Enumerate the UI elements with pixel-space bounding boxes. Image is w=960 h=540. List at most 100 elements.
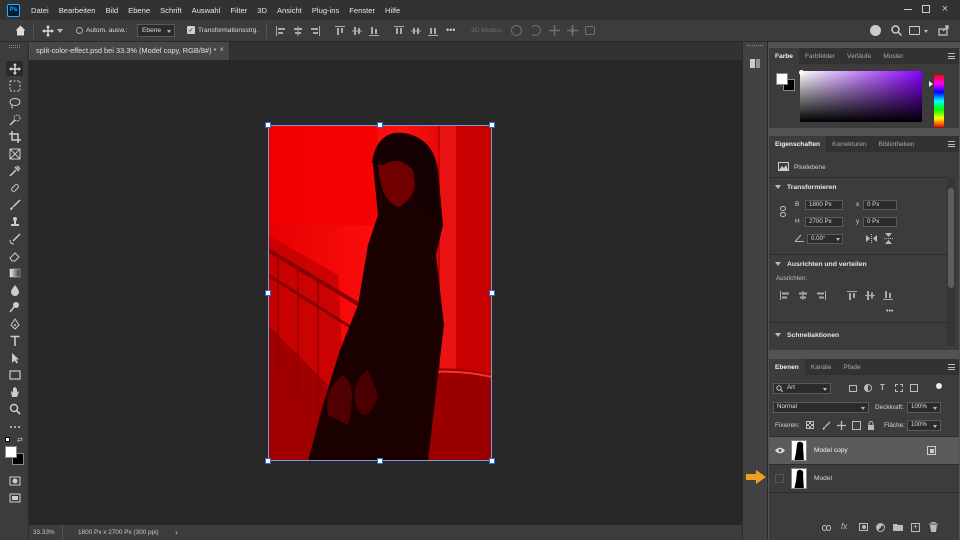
visibility-eye-icon[interactable] [775,447,785,454]
smart-filter-icon[interactable] [927,446,936,455]
3d-orbit-icon[interactable] [511,25,522,36]
auto-select-checkbox[interactable] [76,27,83,34]
properties-scrollbar[interactable] [947,178,955,346]
home-icon[interactable] [14,24,27,37]
grip-icon[interactable] [9,45,20,48]
healing-brush-tool-icon[interactable] [6,180,23,195]
panel-menu-icon[interactable] [948,53,955,59]
lock-all-icon[interactable] [867,421,875,430]
filter-toggle-icon[interactable] [936,383,942,389]
transform-handle-top-right[interactable] [489,122,495,128]
auto-select-dropdown[interactable]: Ebene [137,24,175,37]
align-bottom-edges-icon[interactable] [369,26,379,36]
filter-pixel-icon[interactable] [849,385,857,392]
foreground-color-swatch[interactable] [5,446,17,458]
eyedropper-tool-icon[interactable] [6,163,23,178]
layer-name[interactable]: Model [814,475,832,482]
menu-datei[interactable]: Datei [26,6,54,15]
zoom-tool-icon[interactable] [6,401,23,416]
tab-farbfelder[interactable]: Farbfelder [799,48,841,64]
new-group-icon[interactable] [893,523,903,531]
minimize-icon[interactable] [904,9,912,10]
quick-mask-icon[interactable] [6,473,23,488]
menu-auswahl[interactable]: Auswahl [187,6,226,15]
history-panel-icon[interactable] [749,57,762,70]
hue-slider[interactable] [934,75,944,127]
align-horizontal-centers-icon[interactable] [293,26,303,36]
align-center-icon[interactable] [798,291,808,300]
cloud-docs-icon[interactable] [870,25,881,36]
history-brush-tool-icon[interactable] [6,231,23,246]
menu-ebene[interactable]: Ebene [123,6,155,15]
distribute-top-icon[interactable] [394,26,404,36]
color-picker-field[interactable] [800,71,922,122]
quick-selection-tool-icon[interactable] [6,112,23,127]
tab-pfade[interactable]: Pfade [837,359,866,375]
lock-artboard-icon[interactable] [852,421,861,430]
blur-tool-icon[interactable] [6,282,23,297]
trash-icon[interactable] [929,522,938,532]
crop-tool-icon[interactable] [6,129,23,144]
tab-korrekturen[interactable]: Korrekturen [826,136,872,152]
lasso-tool-icon[interactable] [6,95,23,110]
screen-mode-icon[interactable] [6,490,23,505]
chevron-down-icon[interactable] [57,29,63,33]
close-window-icon[interactable]: × [939,3,951,15]
transform-bounding-box[interactable] [268,125,492,461]
new-layer-icon[interactable]: + [911,522,920,532]
align-section-header[interactable]: Ausrichten und verteilen [775,261,867,268]
tab-bibliotheken[interactable]: Bibliotheken [873,136,921,152]
zoom-level[interactable]: 33.33% [33,529,55,536]
chevron-down-icon[interactable] [924,30,928,33]
more-options-icon[interactable]: ••• [446,26,455,35]
tab-ebenen[interactable]: Ebenen [769,359,805,375]
blend-mode-dropdown[interactable]: Normal [773,402,869,413]
menu-schrift[interactable]: Schrift [155,6,187,15]
y-field[interactable]: 0 Px [863,217,897,227]
flip-vertical-icon[interactable] [884,233,893,244]
marquee-tool-icon[interactable] [6,78,23,93]
align-bottom-icon[interactable] [883,291,893,300]
tab-kanaele[interactable]: Kanäle [805,359,838,375]
align-middle-icon[interactable] [865,291,875,300]
x-field[interactable]: 0 Px [863,200,897,210]
align-left-edges-icon[interactable] [276,26,286,36]
align-top-edges-icon[interactable] [335,26,345,36]
flip-horizontal-icon[interactable] [866,234,877,243]
photoshop-logo[interactable]: Ps [7,3,20,17]
gradient-tool-icon[interactable] [6,265,23,280]
layer-filter-dropdown[interactable]: Art [773,383,831,394]
align-right-icon[interactable] [816,291,826,300]
link-layers-icon[interactable] [822,525,831,531]
menu-plugins[interactable]: Plug-ins [307,6,344,15]
lock-position-icon[interactable] [837,421,846,430]
share-icon[interactable] [938,25,949,36]
menu-fenster[interactable]: Fenster [344,6,380,15]
swap-colors-icon[interactable]: ⇄ [17,436,23,444]
tab-farbe[interactable]: Farbe [769,48,799,64]
workspace-icon[interactable] [909,26,920,35]
layer-name[interactable]: Model copy [814,447,848,454]
opacity-field[interactable]: 100% [907,402,941,413]
search-icon[interactable] [891,25,902,36]
align-left-icon[interactable] [780,291,790,300]
menu-3d[interactable]: 3D [252,6,272,15]
hue-slider-marker[interactable] [929,81,933,87]
eraser-tool-icon[interactable] [6,248,23,263]
tab-verlaeufe[interactable]: Verläufe [841,48,877,64]
clone-stamp-tool-icon[interactable] [6,214,23,229]
status-menu-arrow[interactable]: › [175,528,178,537]
transform-handle-top-left[interactable] [265,122,271,128]
transform-handle-right[interactable] [489,290,495,296]
pen-tool-icon[interactable] [6,316,23,331]
more-align-options-icon[interactable]: ••• [886,308,893,315]
align-right-edges-icon[interactable] [310,26,320,36]
link-icon[interactable] [780,206,786,217]
filter-adjustment-icon[interactable] [864,384,872,392]
transform-controls-checkbox[interactable]: ✓ [187,26,195,34]
distribute-middle-icon[interactable] [411,26,421,36]
close-tab-icon[interactable]: × [219,45,224,54]
menu-bild[interactable]: Bild [100,6,123,15]
layer-style-fx-icon[interactable]: fx [841,522,847,531]
menu-hilfe[interactable]: Hilfe [380,6,405,15]
